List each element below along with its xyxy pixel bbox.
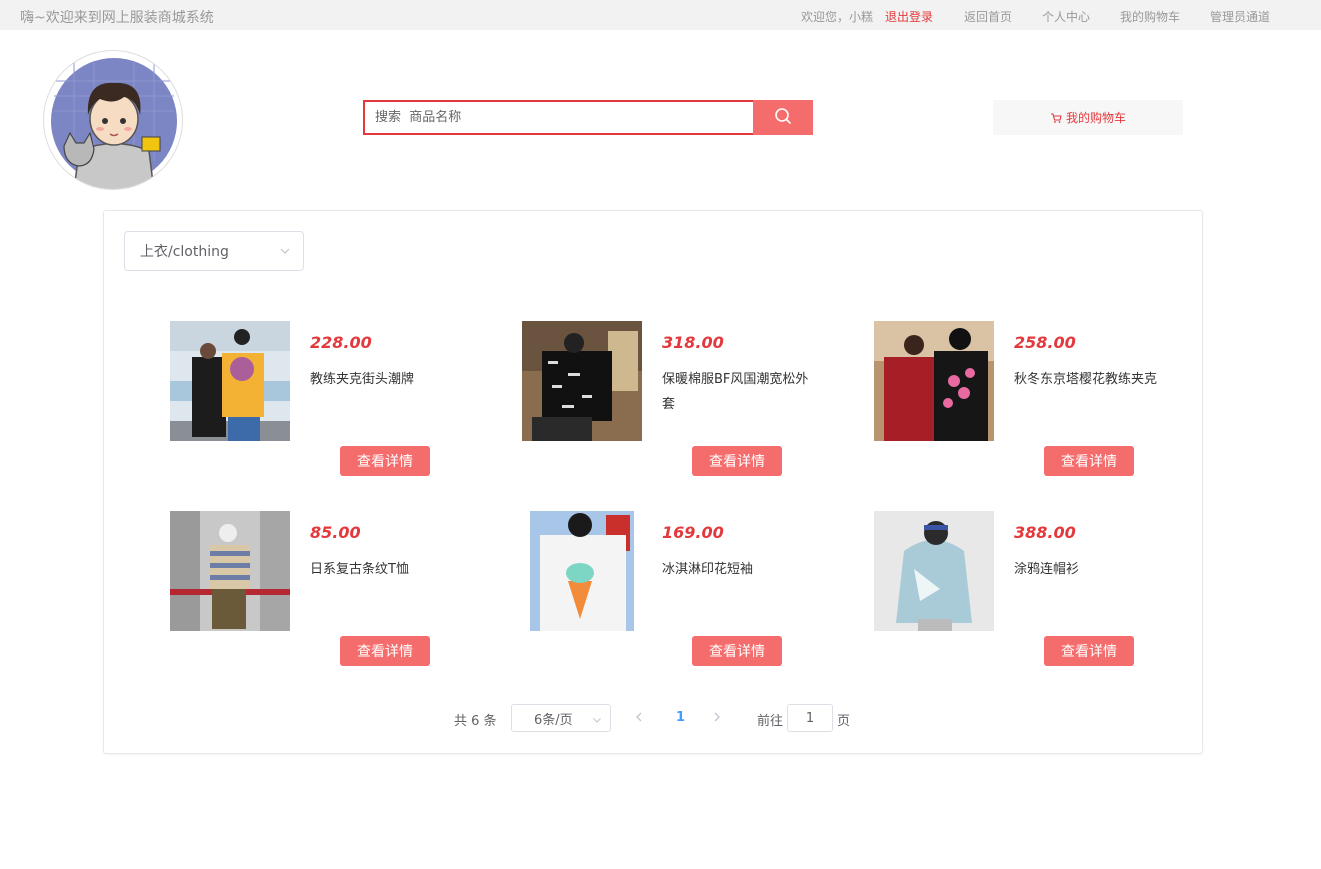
search-button[interactable]	[753, 100, 813, 135]
product-name: 教练夹克街头潮牌	[310, 372, 415, 387]
product-card: 85.00 日系复古条纹T恤 查看详情	[170, 511, 470, 671]
product-name: 涂鸦连帽衫	[1014, 562, 1080, 577]
chevron-down-icon	[592, 714, 602, 729]
product-image[interactable]	[874, 511, 994, 631]
goto-page-unit: 页	[837, 714, 851, 729]
logout-link[interactable]: 退出登录	[885, 8, 933, 25]
chevron-left-icon	[636, 712, 642, 722]
cart-link[interactable]: 我的购物车	[1120, 8, 1180, 25]
pagination-total: 共 6 条	[454, 714, 497, 729]
view-details-button[interactable]: 查看详情	[1044, 446, 1134, 476]
chevron-down-icon	[279, 245, 291, 261]
shopping-cart-icon	[1050, 112, 1062, 124]
product-image[interactable]	[170, 511, 290, 631]
product-image[interactable]	[170, 321, 290, 441]
profile-link[interactable]: 个人中心	[1042, 8, 1090, 25]
category-select[interactable]: 上衣/clothing	[124, 231, 304, 271]
goto-label: 前往	[757, 714, 784, 729]
goto-page-input[interactable]	[787, 704, 833, 732]
product-name: 保暖棉服BF风国潮宽松外套	[662, 372, 809, 412]
product-price: 85.00	[310, 523, 361, 542]
page-size-value: 6条/页	[534, 712, 573, 728]
top-bar: 嗨~欢迎来到网上服装商城系统 欢迎您，小糕 退出登录 返回首页 个人中心 我的购…	[0, 0, 1321, 30]
admin-link[interactable]: 管理员通道	[1210, 8, 1270, 25]
search-input[interactable]	[365, 102, 754, 133]
view-details-button[interactable]: 查看详情	[340, 636, 430, 666]
cart-button-label: 我的购物车	[1065, 111, 1126, 125]
home-link[interactable]: 返回首页	[964, 8, 1012, 25]
prev-page-button[interactable]	[634, 711, 644, 727]
product-name: 秋冬东京塔樱花教练夹克	[1014, 372, 1158, 387]
product-price: 228.00	[310, 333, 372, 352]
product-price: 388.00	[1014, 523, 1076, 542]
product-price: 258.00	[1014, 333, 1076, 352]
product-card: 258.00 秋冬东京塔樱花教练夹克 查看详情	[874, 321, 1174, 481]
product-image[interactable]	[522, 321, 642, 441]
product-card: 228.00 教练夹克街头潮牌 查看详情	[170, 321, 470, 481]
view-details-button[interactable]: 查看详情	[692, 446, 782, 476]
page-number-current[interactable]: 1	[676, 710, 685, 725]
product-price: 318.00	[662, 333, 724, 352]
view-details-button[interactable]: 查看详情	[1044, 636, 1134, 666]
product-name: 日系复古条纹T恤	[310, 562, 409, 577]
product-image[interactable]	[874, 321, 994, 441]
product-card: 318.00 保暖棉服BF风国潮宽松外套 查看详情	[522, 321, 822, 481]
site-welcome-text: 嗨~欢迎来到网上服装商城系统	[20, 10, 214, 26]
product-name: 冰淇淋印花短袖	[662, 562, 754, 577]
product-card: 388.00 涂鸦连帽衫 查看详情	[874, 511, 1174, 671]
avatar[interactable]	[43, 50, 183, 190]
category-select-value: 上衣/clothing	[140, 244, 229, 260]
page-size-select[interactable]: 6条/页	[511, 704, 611, 732]
chevron-right-icon	[714, 712, 720, 722]
product-panel: 上衣/clothing 228.00 教练夹克街头潮牌 查看详情 318.00 …	[103, 210, 1203, 754]
product-price: 169.00	[662, 523, 724, 542]
search-icon	[774, 107, 792, 129]
search-box	[363, 100, 754, 135]
my-cart-button[interactable]: 我的购物车	[993, 100, 1183, 135]
next-page-button[interactable]	[712, 711, 722, 727]
product-card: 169.00 冰淇淋印花短袖 查看详情	[522, 511, 822, 671]
view-details-button[interactable]: 查看详情	[692, 636, 782, 666]
pagination: 共 6 条 6条/页 1 前往 页	[104, 704, 1204, 732]
user-greeting: 欢迎您，小糕	[801, 10, 874, 24]
product-image[interactable]	[522, 511, 642, 631]
view-details-button[interactable]: 查看详情	[340, 446, 430, 476]
